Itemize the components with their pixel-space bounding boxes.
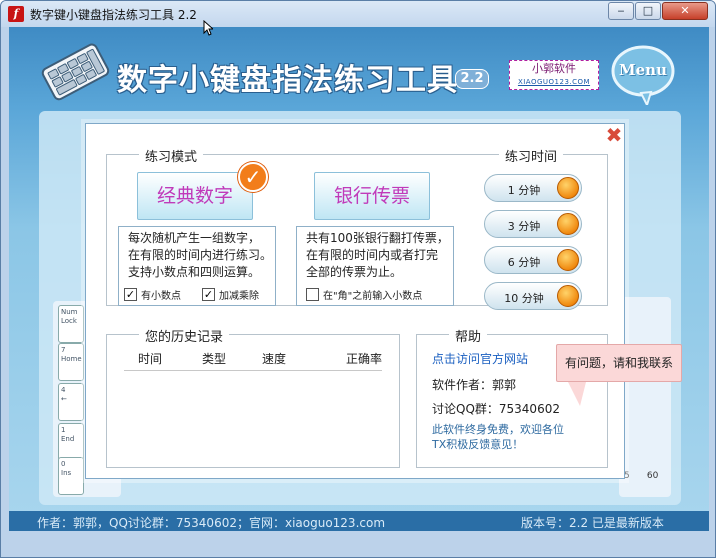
bg-key-num: Num [61,308,78,316]
selected-check-icon: ✓ [238,162,268,192]
history-col-accuracy: 正确率 [346,352,383,366]
status-footer: 作者：郭郭，QQ讨论群：75340602；官网：xiaoguo123.com 版… [9,511,709,531]
jiao-decimal-label: 在"角"之前输入小数点 [323,291,423,302]
time-label: 10 分钟 [504,292,544,305]
history-divider [124,370,382,371]
bg-key: 4 ← [58,383,84,421]
orange-knob-icon [557,213,579,235]
window-bottom-frame [1,531,715,557]
time-1min-button[interactable]: 1 分钟 [484,174,582,202]
close-icon[interactable]: ✖ [605,125,623,145]
decimal-point-option[interactable]: ✓ 有小数点 [124,287,181,302]
window-title: 数字键小键盘指法练习工具 2.2 [30,8,197,22]
tooltip-tail [568,382,586,406]
bg-key-num: 7 [61,346,66,354]
arithmetic-label: 加减乘除 [219,291,259,302]
history-col-speed: 速度 [262,352,287,366]
minimize-button[interactable]: ‒ [608,2,634,20]
background-chart-panel [619,297,671,497]
bg-key: 7 Home [58,343,84,381]
official-site-link[interactable]: 点击访问官方网站 [432,350,528,367]
time-label: 1 分钟 [507,184,541,197]
desc-line: 每次随机产生一组数字， [128,231,261,245]
version-badge: 2.2 [455,69,489,89]
flash-icon: f [8,6,24,22]
footer-credits: 作者：郭郭，QQ讨论群：75340602；官网：xiaoguo123.com [37,516,386,530]
keyboard-logo-icon [41,43,110,101]
jiao-decimal-option[interactable]: 在"角"之前输入小数点 [306,287,422,302]
desc-line: 支持小数点和四则运算。 [128,265,261,279]
footer-version: 版本号：2.2 已是最新版本 [521,516,664,530]
orange-knob-icon [557,177,579,199]
help-note-line: 此软件终身免费，欢迎各位 [432,423,564,436]
history-col-type: 类型 [202,352,227,366]
time-10min-button[interactable]: 10 分钟 [484,282,582,310]
maximize-button[interactable]: □ [635,2,661,20]
practice-time-label: 练习时间 [499,146,564,165]
bank-vouchers-button[interactable]: 银行传票 [314,172,430,220]
bg-key: Num Lock [58,305,84,343]
bg-key-sub: Ins [61,469,72,477]
history-label: 您的历史记录 [139,326,230,345]
bg-key-num: 1 [61,426,66,434]
qq-group-text: 讨论QQ群：75340602 [432,402,560,416]
help-note: 此软件终身免费，欢迎各位 TX积极反馈意见！ [432,422,564,452]
bg-key-sub: End [61,435,75,443]
practice-dialog: ✖ 练习模式 练习时间 经典数字 ✓ 银行传票 每次随机产生一组数字， 在有限的… [85,123,682,479]
practice-mode-label: 练习模式 [139,146,204,165]
history-col-time: 时间 [138,352,163,366]
app-main-title: 数字小键盘指法练习工具 [117,63,458,98]
bg-key-num: 0 [61,460,66,468]
app-window: f 数字键小键盘指法练习工具 2.2 ‒ □ ✕ 数字小键盘指法练习工具 2.2 [0,0,716,558]
contact-tooltip: 有问题，请和我联系 [556,344,682,382]
close-window-button[interactable]: ✕ [662,2,708,20]
orange-knob-icon [557,285,579,307]
arithmetic-option[interactable]: ✓ 加减乘除 [202,287,259,302]
time-6min-button[interactable]: 6 分钟 [484,246,582,274]
checkbox-checked-icon[interactable]: ✓ [124,288,137,301]
studio-logo[interactable]: 小郭软件 XIAOGUO123.COM [509,60,599,90]
decimal-point-label: 有小数点 [141,291,181,302]
axis-tick: 60 [646,471,659,481]
help-note-line: TX积极反馈意见！ [432,438,524,451]
checkbox-unchecked-icon[interactable] [306,288,319,301]
mouse-cursor-icon [203,20,213,36]
studio-name: 小郭软件 [532,62,576,75]
author-text: 软件作者：郭郭 [432,378,517,392]
time-3min-button[interactable]: 3 分钟 [484,210,582,238]
desc-line: 在有限的时间内或者打完 [306,248,439,262]
orange-knob-icon [557,249,579,271]
desc-line: 全部的传票为止。 [306,265,403,279]
time-label: 3 分钟 [507,220,541,233]
checkbox-checked-icon[interactable]: ✓ [202,288,215,301]
bg-key: 1 End [58,423,84,461]
desc-line: 共有100张银行翻打传票， [306,231,449,245]
bg-key-sub: Lock [61,317,77,325]
time-label: 6 分钟 [507,256,541,269]
desc-line: 在有限的时间内进行练习。 [128,248,273,262]
background-axis: 5 60 [624,471,658,481]
help-label: 帮助 [449,326,488,345]
bg-key-sub: Home [61,355,82,363]
menu-button[interactable]: Menu [611,61,675,79]
bg-key: 0 Ins [58,457,84,495]
classic-numbers-button[interactable]: 经典数字 [137,172,253,220]
studio-url: XIAOGUO123.COM [517,78,591,86]
bg-key-sub: ← [61,395,67,403]
bg-key-num: 4 [61,386,66,394]
title-bar[interactable]: f 数字键小键盘指法练习工具 2.2 ‒ □ ✕ [1,1,715,27]
